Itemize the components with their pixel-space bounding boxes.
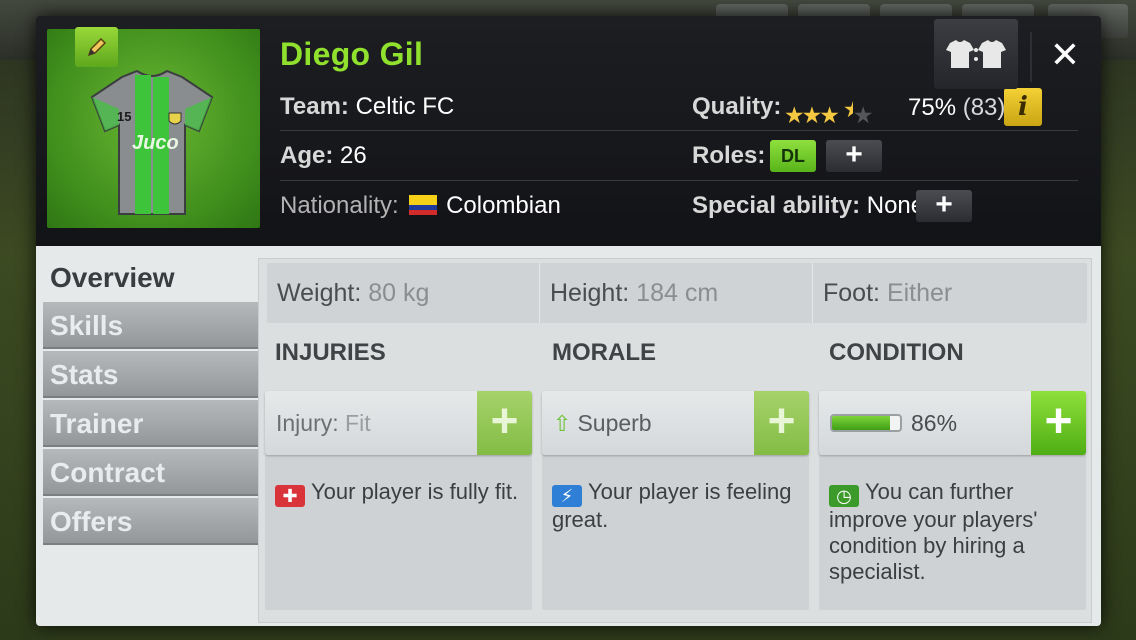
- physical-info-strip: Weight: 80 kg Height: 184 cm Foot: Eithe…: [267, 263, 1087, 323]
- morale-description-text: Your player is feeling great.: [552, 479, 792, 532]
- add-role-button[interactable]: +: [826, 140, 882, 172]
- tab-trainer[interactable]: Trainer: [43, 400, 258, 447]
- tab-offers[interactable]: Offers: [43, 498, 258, 545]
- injury-add-button[interactable]: +: [477, 391, 532, 455]
- tab-overview[interactable]: Overview: [43, 254, 273, 301]
- star-icon: ★: [801, 102, 823, 128]
- injuries-section: INJURIES Injury: Fit + ✚ Your player is f…: [265, 339, 532, 610]
- nationality-value: Colombian: [446, 192, 561, 219]
- player-header: Juco 15 Diego Gil Team: Celtic FC Age: 2…: [36, 16, 1101, 246]
- foot-label: Foot:: [823, 279, 880, 307]
- empty-star-icon: ★: [852, 102, 874, 128]
- jersey-icon: Juco 15: [90, 69, 214, 215]
- nationality-row: Nationality: Colombian: [280, 192, 561, 220]
- close-button[interactable]: ✕: [1036, 26, 1094, 84]
- quality-label: Quality:: [692, 93, 782, 120]
- divider: [280, 130, 1078, 131]
- weight-cell: Weight: 80 kg: [267, 263, 540, 323]
- nationality-label: Nationality:: [280, 192, 399, 219]
- team-value: Celtic FC: [355, 93, 455, 120]
- edit-button[interactable]: [75, 27, 118, 67]
- player-details-dialog: Juco 15 Diego Gil Team: Celtic FC Age: 2…: [36, 16, 1101, 626]
- divider: [280, 180, 1078, 181]
- jersey-number: 15: [117, 109, 131, 124]
- weight-value: 80 kg: [368, 279, 430, 307]
- lightning-icon: ⚡: [552, 485, 582, 507]
- player-name: Diego Gil: [280, 36, 424, 72]
- condition-title: CONDITION: [829, 339, 964, 366]
- morale-section: MORALE ⇧ Superb + ⚡ Your player is feeling…: [542, 339, 809, 610]
- star-icon: ★: [784, 102, 805, 128]
- condition-bar-fill: [832, 416, 891, 430]
- roles-label: Roles:: [692, 142, 766, 169]
- morale-description: ⚡ Your player is feeling great.: [552, 479, 802, 533]
- condition-value: 86%: [911, 410, 958, 436]
- half-star-icon: ★: [843, 96, 853, 123]
- morale-field: ⇧ Superb +: [542, 391, 809, 455]
- tab-stats[interactable]: Stats: [43, 351, 258, 398]
- quality-percent: 75% (83): [908, 94, 1005, 122]
- injuries-description-text: Your player is fully fit.: [311, 479, 519, 504]
- weight-label: Weight:: [277, 279, 362, 307]
- injury-status: Injury: Fit: [276, 391, 371, 455]
- role-badge[interactable]: DL: [770, 140, 816, 172]
- quality-stars: ★★★★★: [784, 96, 874, 129]
- morale-title: MORALE: [552, 339, 656, 366]
- header-separator: [1030, 32, 1032, 82]
- morale-value: Superb: [577, 410, 652, 436]
- quality-row: Quality:: [692, 93, 781, 121]
- injury-value: Fit: [345, 410, 371, 436]
- kit-compare-button[interactable]: [934, 19, 1018, 89]
- condition-section: CONDITION 86% + ◷ You can further improve…: [819, 339, 1086, 610]
- colombia-flag-icon: [409, 195, 438, 215]
- overview-panel: Weight: 80 kg Height: 184 cm Foot: Eithe…: [258, 258, 1092, 623]
- special-ability-label: Special ability:: [692, 192, 861, 219]
- info-button[interactable]: i: [1004, 88, 1042, 126]
- jersey-sponsor: Juco: [132, 132, 179, 154]
- tab-contract[interactable]: Contract: [43, 449, 258, 496]
- height-label: Height:: [550, 279, 630, 307]
- condition-bar: [830, 414, 902, 432]
- details-body: Overview Skills Stats Trainer Contract O…: [36, 246, 1101, 626]
- height-value: 184 cm: [636, 279, 719, 307]
- height-cell: Height: 184 cm: [540, 263, 813, 323]
- injuries-description: ✚ Your player is fully fit.: [275, 479, 525, 507]
- pencil-icon: [87, 37, 106, 57]
- team-row: Team: Celtic FC: [280, 93, 454, 121]
- foot-cell: Foot: Either: [813, 263, 1087, 323]
- stopwatch-icon: ◷: [829, 485, 859, 507]
- arrow-up-icon: ⇧: [553, 411, 572, 436]
- foot-value: Either: [886, 279, 953, 307]
- quality-rating-value: (83): [962, 94, 1006, 121]
- star-icon: ★: [819, 102, 840, 128]
- special-ability-row: Special ability: None: [692, 192, 924, 220]
- quality-pct-value: 75%: [908, 94, 957, 121]
- morale-status: ⇧ Superb: [553, 391, 652, 456]
- add-special-ability-button[interactable]: +: [916, 190, 972, 222]
- team-label: Team:: [280, 93, 349, 120]
- injuries-title: INJURIES: [275, 339, 386, 366]
- age-label: Age:: [280, 142, 334, 169]
- injury-field: Injury: Fit +: [265, 391, 532, 455]
- roles-row: Roles:: [692, 142, 765, 170]
- condition-description-text: You can further improve your players' co…: [829, 479, 1038, 584]
- medical-cross-icon: ✚: [275, 485, 305, 507]
- shirt-compare-icon: [946, 40, 1006, 68]
- condition-field: 86% +: [819, 391, 1086, 455]
- age-value: 26: [340, 142, 367, 169]
- age-row: Age: 26: [280, 142, 367, 170]
- tab-skills[interactable]: Skills: [43, 302, 258, 349]
- condition-description: ◷ You can further improve your players' c…: [829, 479, 1079, 585]
- morale-add-button[interactable]: +: [754, 391, 809, 455]
- injury-label: Injury:: [276, 410, 339, 436]
- condition-add-button[interactable]: +: [1031, 391, 1086, 455]
